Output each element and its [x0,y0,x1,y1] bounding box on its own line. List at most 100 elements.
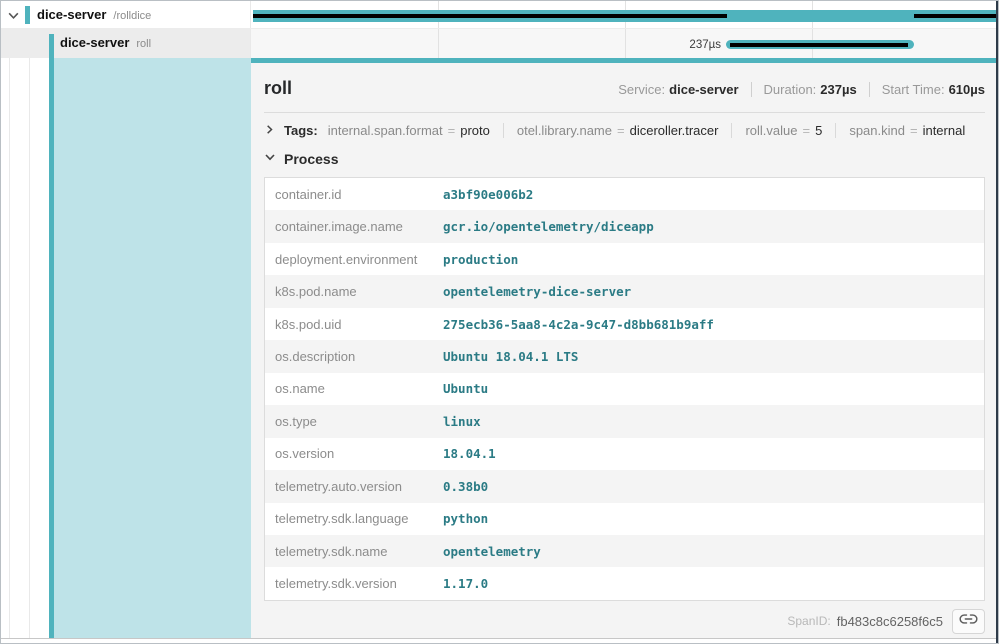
process-value: a3bf90e006b2 [443,187,533,202]
tag-item: internal.span.format = proto [328,123,490,138]
spanid-value: fb483c8c6258f6c5 [837,614,943,629]
meta-value: 610µs [949,82,985,97]
meta-service: Service: dice-server [606,82,750,97]
span-meta: Service: dice-server Duration:237µs Start… [606,82,985,97]
chevron-down-icon [264,150,276,168]
process-key: k8s.pod.name [265,284,443,299]
meta-value: dice-server [669,82,738,97]
table-row: telemetry.sdk.language python [265,503,984,535]
trace-detail-view: dice-server/rolldice dice-server roll 237… [0,0,999,644]
link-icon [959,612,978,630]
table-row: os.description Ubuntu 18.04.1 LTS [265,340,984,372]
operation-label: roll [136,38,151,50]
span-row-roll: dice-server roll 237µs [1,29,998,58]
span-bar-roll[interactable] [726,40,914,49]
span-title: roll [264,77,292,99]
tag-item: roll.value = 5 [731,123,822,138]
span-row-rolldice: dice-server/rolldice [1,1,998,29]
process-key: k8s.pod.uid [265,317,443,332]
service-label: dice-server [60,35,129,50]
span-tree-gutter [1,58,251,638]
process-value: 0.38b0 [443,479,488,494]
table-row: telemetry.sdk.version 1.17.0 [265,567,984,599]
meta-value: 237µs [820,82,856,97]
process-value: opentelemetry [443,544,541,559]
table-row: os.version 18.04.1 [265,438,984,470]
process-value: python [443,511,488,526]
span-tree-item-roll[interactable]: dice-server roll [1,29,251,58]
copy-link-button[interactable] [952,609,985,634]
process-value: opentelemetry-dice-server [443,284,631,299]
self-time-stripe [730,43,908,47]
chevron-down-icon[interactable] [7,9,20,27]
tag-equals: = [910,123,918,138]
operation-label: /rolldice [113,10,151,22]
span-service-name: dice-server/rolldice [37,7,151,22]
table-row: os.type linux [265,405,984,437]
chevron-right-icon [264,123,275,138]
tag-equals: = [448,123,456,138]
table-row: container.id a3bf90e006b2 [265,178,984,210]
window-right-edge [996,1,998,643]
process-value: gcr.io/opentelemetry/diceapp [443,219,654,234]
bottom-divider [1,638,998,639]
tag-key: internal.span.format [328,123,443,138]
process-key: os.name [265,381,443,396]
tag-key: otel.library.name [517,123,612,138]
indent-guide [29,58,30,638]
process-label: Process [284,151,338,167]
selected-span-indent-fill [54,58,251,638]
process-key: container.id [265,187,443,202]
tag-value: proto [460,123,490,138]
table-row: deployment.environment production [265,243,984,275]
self-time-stripe [914,14,998,18]
process-value: 18.04.1 [443,446,496,461]
grid-line [438,29,439,58]
span-service-name: dice-server roll [60,35,151,50]
process-key: os.version [265,446,443,461]
process-value: 1.17.0 [443,576,488,591]
process-value: Ubuntu [443,381,488,396]
service-label: dice-server [37,7,106,22]
timeline-row-rolldice [251,1,998,28]
tag-value: 5 [815,123,822,138]
process-key: os.type [265,414,443,429]
meta-label: Duration: [764,82,817,97]
process-value: Ubuntu 18.04.1 LTS [443,349,578,364]
process-value: linux [443,414,481,429]
process-key: container.image.name [265,219,443,234]
span-color-chip [25,6,30,24]
span-detail-footer: SpanID: fb483c8c6258f6c5 [264,601,985,642]
process-key: telemetry.sdk.name [265,544,443,559]
process-key: telemetry.sdk.version [265,576,443,591]
process-key: telemetry.auto.version [265,479,443,494]
spanid-label: SpanID: [787,614,830,628]
tag-item: otel.library.name=diceroller.tracer [503,123,719,138]
process-accordion-toggle[interactable]: Process [264,147,985,177]
tag-key: span.kind [849,123,905,138]
tag-equals: = [803,123,811,138]
span-duration-label: 237µs [601,38,721,52]
span-detail-panel: roll Service: dice-server Duration:237µs … [251,58,998,638]
process-key: telemetry.sdk.language [265,511,443,526]
span-tree-item-rolldice[interactable]: dice-server/rolldice [1,1,251,28]
process-key: deployment.environment [265,252,443,267]
table-row: container.image.name gcr.io/opentelemetr… [265,210,984,242]
meta-label: Service: [618,82,665,97]
process-value: 275ecb36-5aa8-4c2a-9c47-d8bb681b9aff [443,317,714,332]
meta-start-time: Start Time: 610µs [869,82,985,97]
tag-key: roll.value [745,123,797,138]
meta-label: Start Time: [882,82,945,97]
tag-value: internal [923,123,966,138]
span-bar-rolldice[interactable] [253,10,998,22]
tags-label: Tags: [284,123,318,138]
process-value: production [443,252,518,267]
tag-equals: = [617,123,625,138]
table-row: os.name Ubuntu [265,373,984,405]
timeline-row-roll: 237µs [251,29,998,58]
span-color-chip [49,34,54,58]
process-key: os.description [265,349,443,364]
span-detail-header: roll Service: dice-server Duration:237µs … [264,63,985,113]
tag-item: span.kind = internal [835,123,965,138]
tags-accordion-toggle[interactable]: Tags: internal.span.format = proto otel.li… [264,113,985,147]
